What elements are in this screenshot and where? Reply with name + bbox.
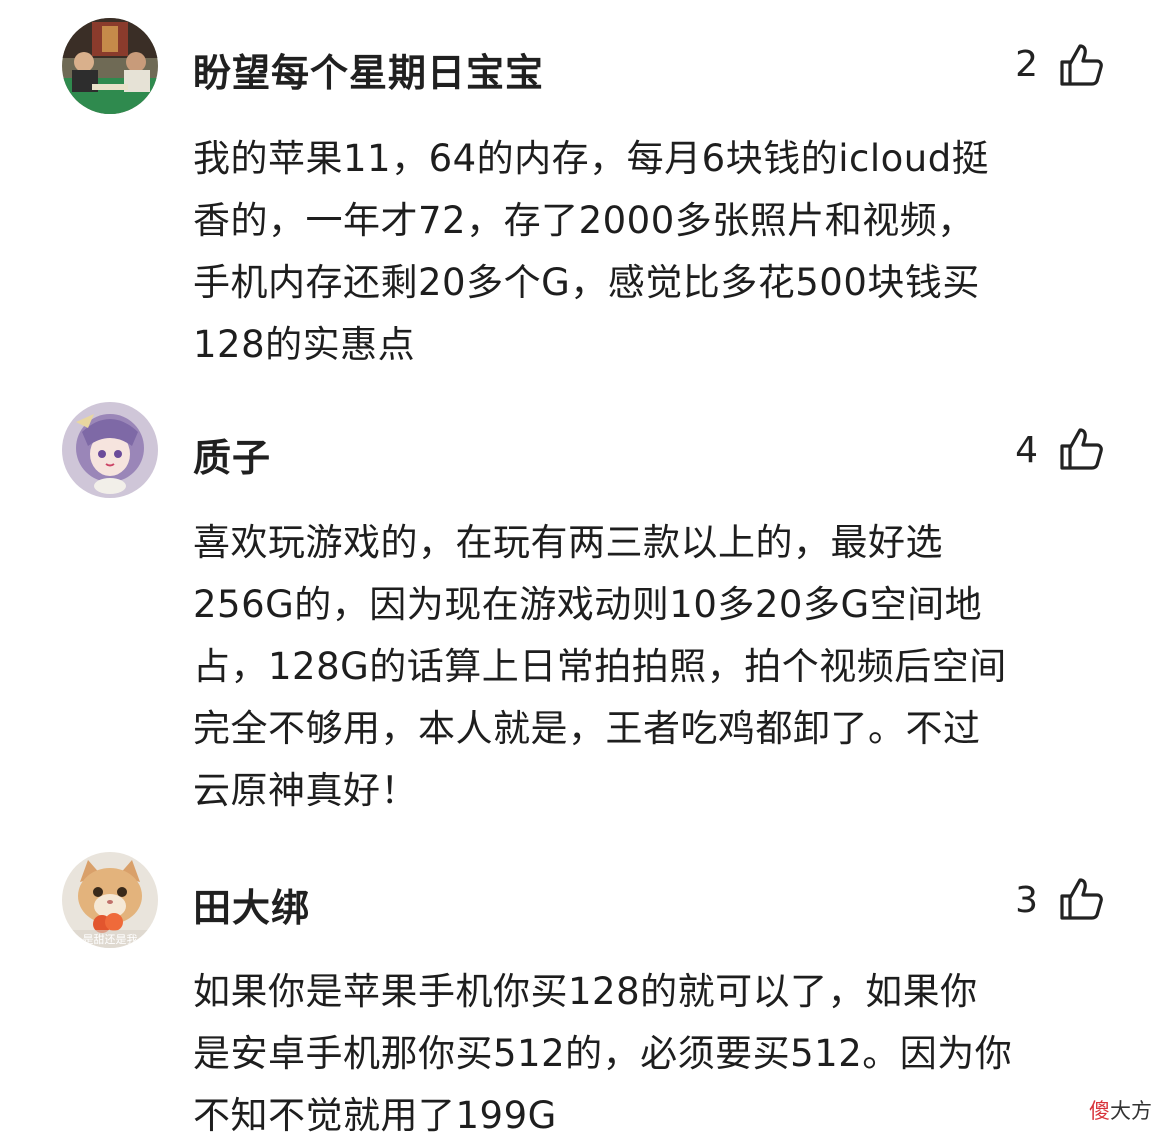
thumbs-up-icon[interactable] [1058,42,1104,88]
avatar-cat-icon: 是甜还是我 [62,852,158,948]
avatar[interactable] [62,402,158,498]
like-count: 2 [1015,44,1038,85]
comment-line: 256G的，因为现在游戏动则10多20多G空间地 [193,583,983,626]
comment-text: 如果你是苹果手机你买128的就可以了，如果你 是安卓手机那你买512的，必须要买… [193,961,1123,1147]
comment-line: 完全不够用，本人就是，王者吃鸡都卸了。不过 [193,707,981,750]
watermark-rest: 大方 [1110,1099,1152,1123]
like-count: 4 [1015,430,1038,471]
comment-line: 是安卓手机那你买512的，必须要买512。因为你 [193,1032,1013,1075]
thumbs-up-icon[interactable] [1058,426,1104,472]
like-count: 3 [1015,880,1038,921]
username[interactable]: 田大绑 [193,877,310,932]
avatar-caption: 是甜还是我 [83,933,138,946]
watermark-accent: 傻 [1089,1099,1110,1123]
comment-line: 如果你是苹果手机你买128的就可以了，如果你 [193,970,978,1013]
username[interactable]: 质子 [193,427,271,482]
comment-text: 喜欢玩游戏的，在玩有两三款以上的，最好选 256G的，因为现在游戏动则10多20… [193,512,1123,822]
comment-line: 手机内存还剩20多个G，感觉比多花500块钱买 [193,261,980,304]
comment-line: 128的实惠点 [193,323,416,366]
avatar-photo-icon [62,18,158,114]
avatar[interactable]: 是甜还是我 [62,852,158,948]
username[interactable]: 盼望每个星期日宝宝 [193,42,544,97]
comment-line: 云原神真好！ [193,769,418,812]
comment-line: 我的苹果11，64的内存，每月6块钱的icloud挺 [193,137,990,180]
comment-line: 香的，一年才72，存了2000多张照片和视频， [193,199,975,242]
comment-line: 喜欢玩游戏的，在玩有两三款以上的，最好选 [193,521,943,564]
avatar-anime-icon [62,402,158,498]
watermark: 傻大方 [1089,1095,1152,1125]
comment-text: 我的苹果11，64的内存，每月6块钱的icloud挺 香的，一年才72，存了20… [193,128,1123,376]
thumbs-up-icon[interactable] [1058,876,1104,922]
comment-line: 占，128G的话算上日常拍拍照，拍个视频后空间 [193,645,1007,688]
comment-line: 不知不觉就用了199G [193,1094,557,1137]
avatar[interactable] [62,18,158,114]
